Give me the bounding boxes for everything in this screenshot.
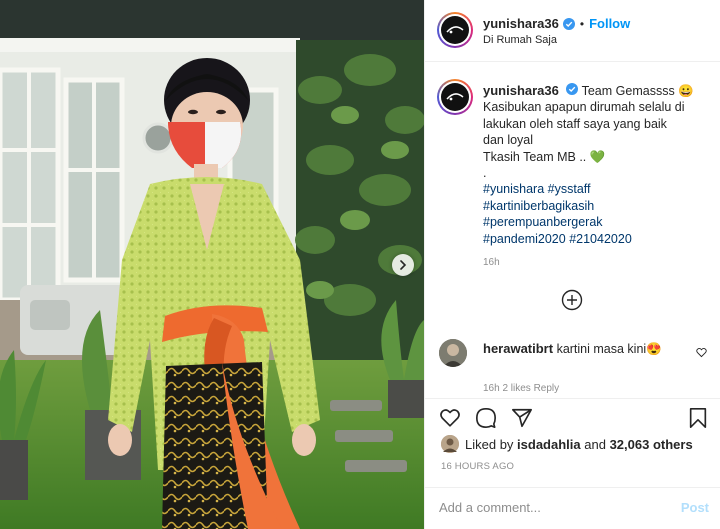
carousel-next-button[interactable]: [392, 254, 414, 276]
post-photo: [0, 0, 424, 529]
post-sidebar: yunishara36 • Follow Di Rumah Saja yunis…: [424, 0, 720, 529]
likes-prefix: Liked by: [465, 436, 514, 452]
comment-icon[interactable]: [475, 407, 497, 429]
caption-block: yunishara36 Team Gemassss 😀 Kasibukan ap…: [425, 63, 720, 398]
caption-line: Tkasih Team MB .. 💚: [483, 149, 606, 164]
liker-username[interactable]: isdadahlia: [517, 437, 581, 452]
hashtag-link[interactable]: #perempuanbergerak: [483, 215, 603, 229]
caption-line: yunishara36 Team Gemassss 😀: [483, 83, 711, 99]
verified-badge-icon: [562, 17, 575, 30]
hashtag-line: #perempuanbergerak: [483, 214, 711, 230]
header-username[interactable]: yunishara36: [483, 16, 559, 31]
liker-photo: [441, 435, 459, 453]
caption-line-text: Team Gemassss 😀: [581, 84, 694, 98]
post-timestamp[interactable]: 16 HOURS AGO: [441, 461, 514, 472]
hashtag-link[interactable]: #21042020: [569, 232, 632, 246]
photo-illustration: [0, 0, 424, 529]
caption-time: 16h: [483, 257, 500, 268]
header-user-row: yunishara36 • Follow: [483, 16, 630, 31]
commenter-avatar[interactable]: [439, 339, 467, 367]
avatar-logo-icon: [446, 93, 464, 101]
comment-username[interactable]: herawatibrt: [483, 341, 553, 356]
comment-row: herawatibrt kartini masa kini😍: [439, 339, 711, 371]
profile-avatar[interactable]: [437, 12, 473, 48]
caption-avatar[interactable]: [437, 79, 473, 115]
caption-line: dan loyal: [483, 133, 534, 148]
share-icon[interactable]: [511, 407, 533, 429]
heart-icon[interactable]: [439, 407, 461, 429]
caption-line: Kasibukan apapun dirumah selalu di: [483, 100, 685, 115]
hashtag-line: #yunishara #ysstaff: [483, 181, 711, 197]
liker-avatar[interactable]: [441, 435, 459, 453]
separator-dot: •: [579, 16, 585, 31]
post-header: yunishara36 • Follow Di Rumah Saja: [425, 0, 720, 62]
comment-body: kartini masa kini😍: [556, 342, 662, 356]
caption-username[interactable]: yunishara36: [483, 83, 559, 98]
comment-input[interactable]: [439, 500, 659, 515]
plus-circle-icon[interactable]: [561, 289, 583, 311]
comment-meta: 16h 2 likes Reply: [483, 383, 560, 394]
follow-button[interactable]: Follow: [589, 16, 630, 31]
chevron-right-icon: [400, 260, 407, 270]
hashtag-link[interactable]: #kartiniberbagikasih: [483, 199, 594, 213]
hashtag-link[interactable]: #ysstaff: [548, 182, 591, 196]
comment-text: herawatibrt kartini masa kini😍: [483, 341, 683, 357]
bookmark-icon[interactable]: [687, 407, 709, 429]
likes-count[interactable]: 32,063 others: [610, 437, 693, 452]
heart-icon[interactable]: [696, 347, 707, 358]
hashtag-line: #pandemi2020 #21042020: [483, 231, 711, 247]
post-comment-button[interactable]: Post: [681, 500, 709, 515]
hashtag-line: #kartiniberbagikasih: [483, 198, 711, 214]
avatar-logo-icon: [446, 26, 464, 34]
comment-composer: Post: [425, 487, 720, 529]
verified-badge-icon: [566, 83, 579, 95]
caption-text: yunishara36 Team Gemassss 😀 Kasibukan ap…: [483, 83, 711, 247]
actions-section: Liked by isdadahlia and 32,063 others 16…: [425, 398, 720, 529]
caption-line: .: [483, 166, 487, 181]
likes-summary: Liked by isdadahlia and 32,063 others: [441, 435, 693, 453]
post-location[interactable]: Di Rumah Saja: [483, 34, 557, 46]
likes-middle: and: [584, 436, 606, 452]
commenter-photo: [439, 339, 467, 367]
caption-line: lakukan oleh staff saya yang baik: [483, 116, 667, 131]
hashtag-link[interactable]: #pandemi2020: [483, 232, 566, 246]
hashtag-link[interactable]: #yunishara: [483, 182, 544, 196]
